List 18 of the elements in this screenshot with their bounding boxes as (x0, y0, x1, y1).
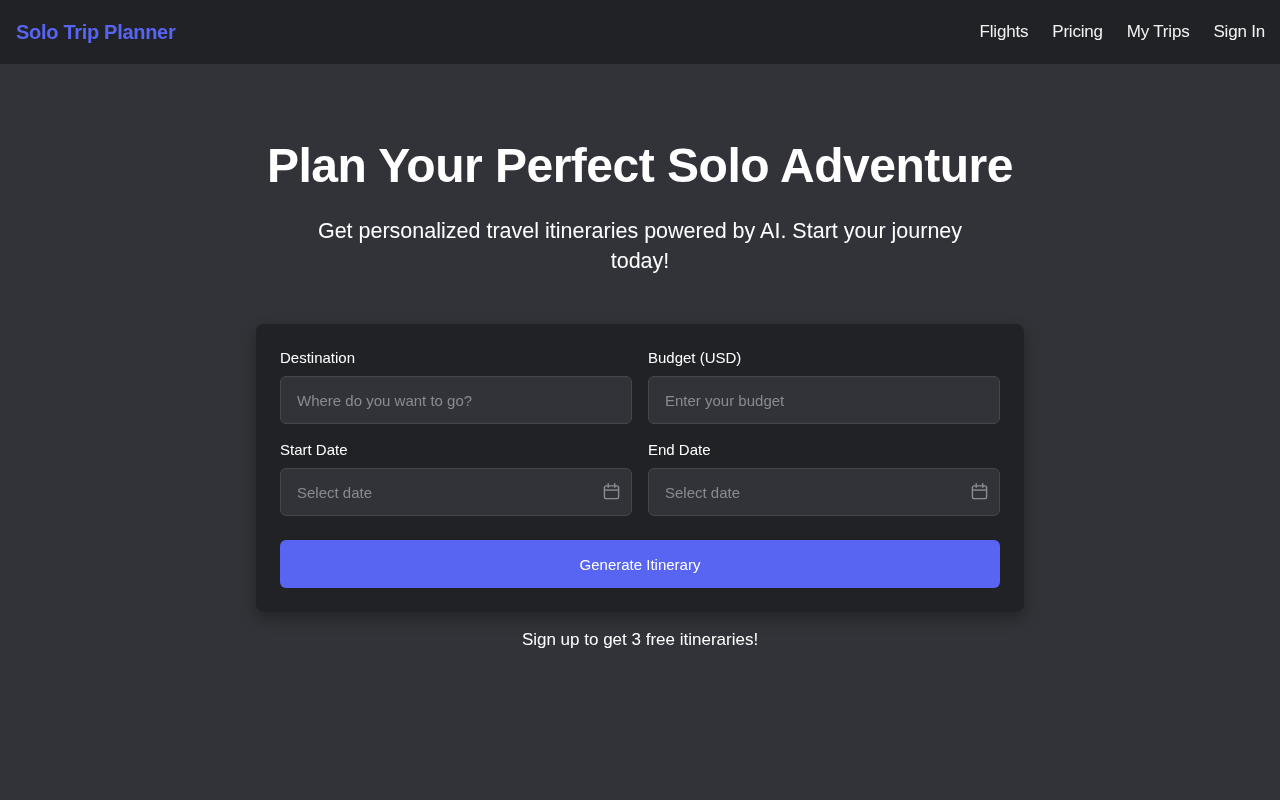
nav-link[interactable]: Sign In (1213, 22, 1265, 42)
input-field[interactable]: Where do you want to go? (280, 376, 632, 424)
hero-title: Plan Your Perfect Solo Adventure (267, 138, 1013, 194)
nav-link[interactable]: Pricing (1052, 22, 1103, 42)
field-label: End Date (648, 440, 712, 460)
generate-button[interactable]: Generate Itinerary (280, 540, 1000, 588)
field-label: Start Date (280, 440, 349, 460)
signup-note: Sign up to get 3 free itineraries! (521, 630, 759, 650)
date-field[interactable]: Select date (280, 468, 632, 516)
calendar-icon (603, 483, 620, 500)
nav-link[interactable]: My Trips (1126, 22, 1190, 42)
field-label: Budget (USD) (648, 348, 743, 368)
nav-link[interactable]: Flights (979, 22, 1029, 42)
hero-subtitle: Get personalized travel itineraries powered by AI. Start your journey today! (316, 218, 964, 275)
field-label: Destination (280, 348, 357, 368)
date-field[interactable]: Select date (648, 468, 1000, 516)
calendar-icon (971, 483, 988, 500)
input-field[interactable]: Enter your budget (648, 376, 1000, 424)
